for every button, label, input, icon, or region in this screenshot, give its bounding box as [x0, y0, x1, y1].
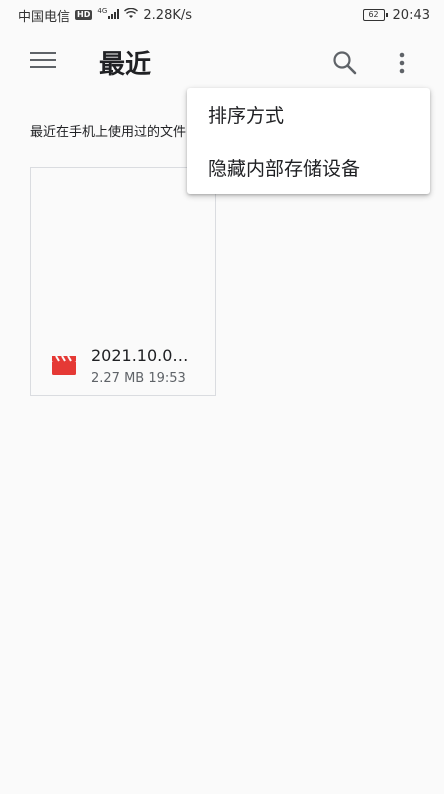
recent-description: 最近在手机上使用过的文件 — [30, 125, 187, 140]
status-right: 62 20:43 — [362, 7, 430, 23]
menu-item-hide-internal-storage[interactable]: 隐藏内部存储设备 — [187, 141, 430, 194]
clock: 20:43 — [392, 7, 430, 23]
overflow-menu: 排序方式 隐藏内部存储设备 — [187, 88, 430, 194]
menu-icon[interactable] — [30, 52, 56, 72]
status-left: 中国电信 HD 4G 2.28K/s — [18, 6, 193, 25]
video-file-icon — [51, 354, 77, 376]
net-speed: 2.28K/s — [143, 7, 193, 23]
hd-badge: HD — [75, 10, 93, 20]
file-meta: 2.27 MB 19:53 — [91, 371, 186, 386]
network-type: 4G — [97, 7, 108, 16]
cellular-signal-icon: 4G — [97, 7, 120, 22]
carrier-name: 中国电信 — [18, 9, 71, 25]
more-vert-icon[interactable] — [390, 49, 414, 77]
wifi-icon — [124, 7, 139, 22]
battery-icon: 62 — [362, 9, 388, 21]
menu-item-sort[interactable]: 排序方式 — [187, 88, 430, 141]
app-bar: 最近 — [0, 30, 444, 96]
battery-level: 62 — [362, 9, 385, 21]
search-icon[interactable] — [331, 49, 359, 77]
status-bar: 中国电信 HD 4G 2.28K/s 62 20:43 — [0, 0, 444, 30]
page-title: 最近 — [99, 50, 152, 80]
file-card[interactable]: 2021.10.0… 2.27 MB 19:53 — [30, 167, 216, 396]
file-name: 2021.10.0… — [91, 346, 189, 365]
